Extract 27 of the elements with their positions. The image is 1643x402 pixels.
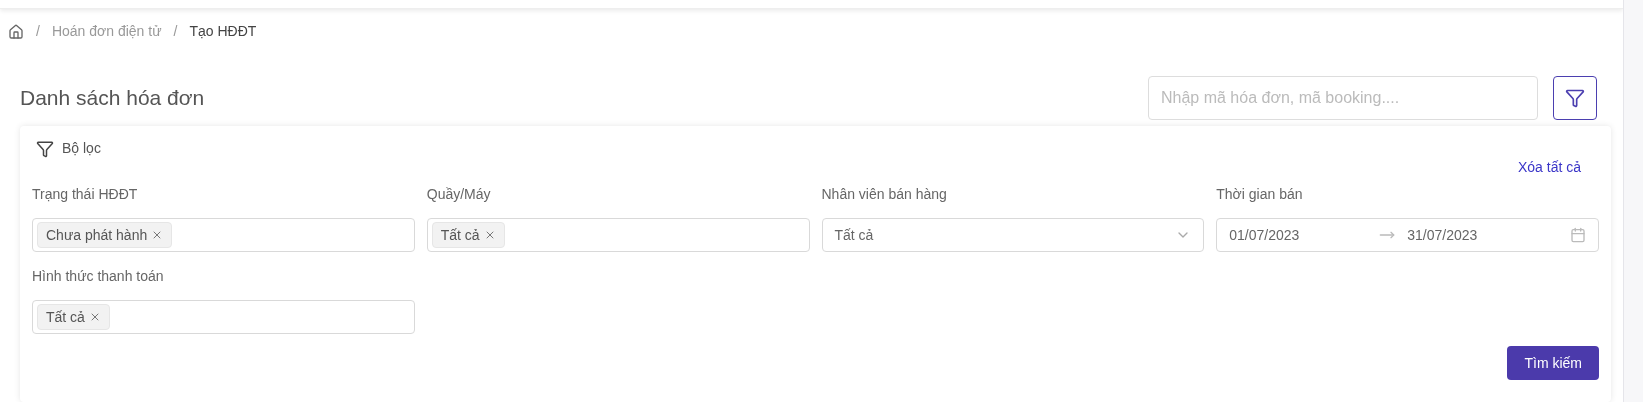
filter-icon: [36, 139, 54, 158]
search-button[interactable]: Tìm kiếm: [1507, 346, 1599, 380]
panel-title: Bộ lọc: [62, 139, 101, 158]
field-label: Quầy/Máy: [426, 185, 492, 204]
search-field[interactable]: Nhập mã hóa đơn, mã booking....: [1148, 76, 1538, 120]
filter-button[interactable]: [1553, 76, 1597, 120]
scrollbar[interactable]: [1623, 0, 1643, 402]
tag-select-field[interactable]: Chưa phát hành: [32, 218, 415, 252]
breadcrumb-item: Tạo HĐĐT: [189, 22, 257, 41]
field-label: Hình thức thanh toán: [32, 267, 165, 286]
field-label: Nhân viên bán hàng: [821, 185, 948, 204]
breadcrumb-separator: /: [36, 22, 40, 41]
tag-select-field[interactable]: Tất cả: [426, 218, 810, 252]
breadcrumb-separator: /: [173, 22, 178, 41]
tag-select-field[interactable]: Tất cả: [32, 300, 415, 334]
page-title: Danh sách hóa đơn: [20, 85, 205, 112]
select-field[interactable]: Tất cả: [821, 218, 1205, 252]
date-range-field[interactable]: 01/07/2023 31/07/2023: [1216, 218, 1599, 252]
field-label: Thời gian bán: [1216, 185, 1304, 204]
tag-chip: Chưa phát hành: [37, 222, 173, 248]
calendar-icon: [1570, 227, 1586, 243]
tag-chip: Tất cả: [431, 222, 505, 248]
field-label: Trạng thái HĐĐT: [32, 185, 139, 204]
tag-chip: Tất cả: [37, 304, 110, 330]
filter-icon: [1565, 88, 1585, 108]
clear-all-link[interactable]: Xóa tất cả: [1517, 157, 1581, 178]
home-icon[interactable]: [8, 23, 24, 40]
